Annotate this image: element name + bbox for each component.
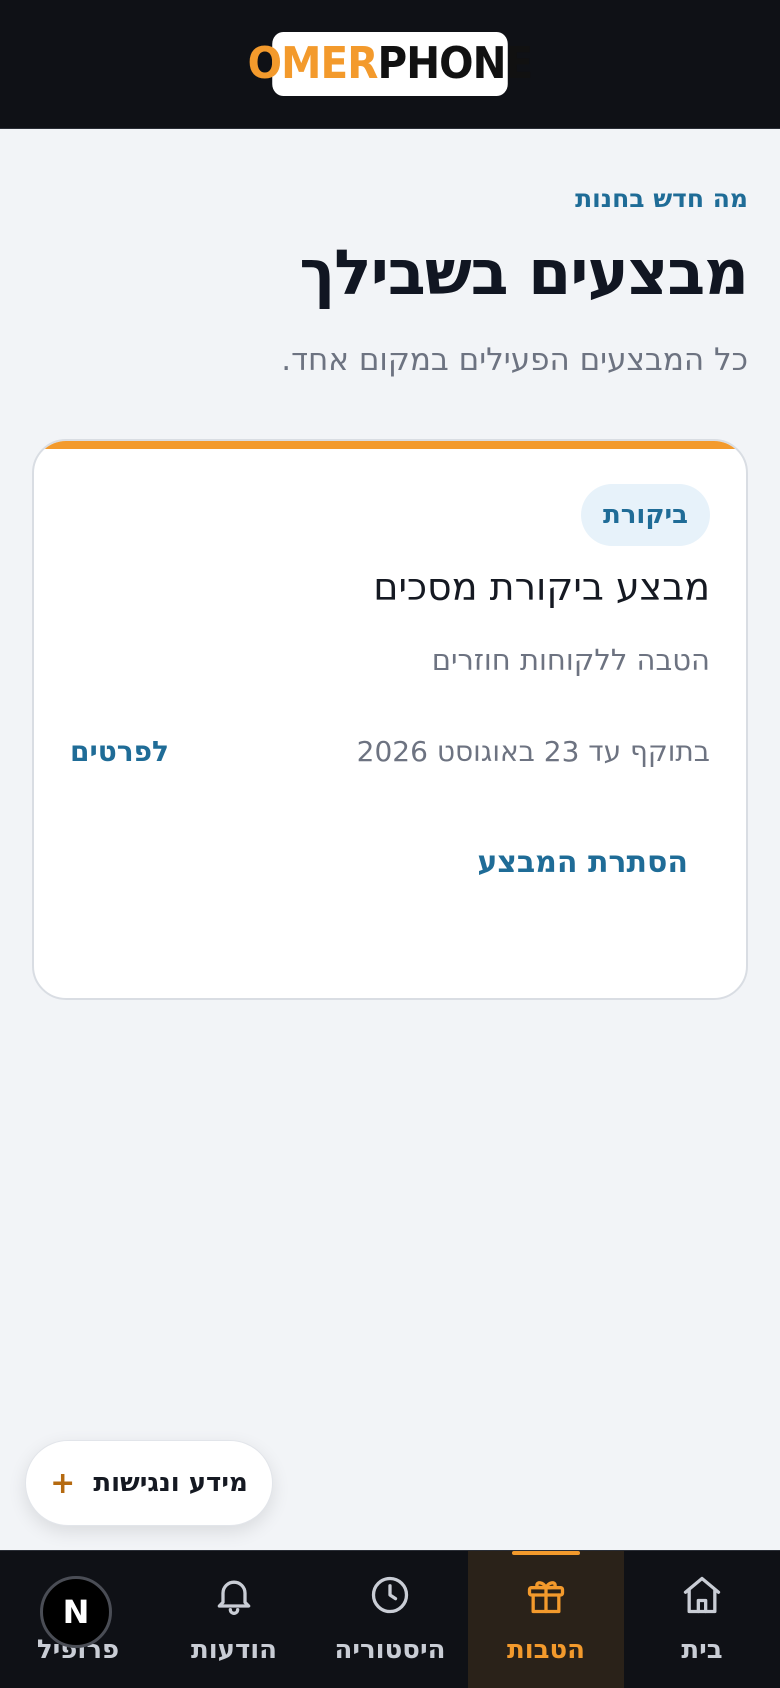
nav-item-notifications[interactable]: הודעות [156,1551,312,1688]
offer-title: מבצע ביקורת מסכים [373,565,710,609]
plus-icon: + [50,1465,76,1501]
bell-icon [217,1580,251,1615]
bottom-navigation: בית הטבות היסטוריה הודעות פרופיל [0,1550,780,1688]
page-title: מבצעים בשבילך [299,236,749,309]
app-header: OMER PHONE [0,0,780,129]
home-icon [683,1576,721,1614]
hide-offer-button[interactable]: הסתרת המבצע [477,845,688,880]
page-subtitle: כל המבצעים הפעילים במקום אחד. [281,342,748,378]
offer-card: ביקורת מבצע ביקורת מסכים הטבה ללקוחות חו… [32,439,748,1000]
dev-tools-badge[interactable]: N [40,1576,112,1648]
offer-validity: בתוקף עד 23 באוגוסט 2026 [356,735,710,768]
offer-details-link[interactable]: לפרטים [70,735,169,768]
info-accessibility-label: מידע ונגישות [93,1468,248,1498]
section-eyebrow: מה חדש בחנות [575,184,748,213]
logo-text-omer: OMER [247,38,379,89]
nav-label-home: בית [681,1635,723,1665]
nav-label-history: היסטוריה [334,1635,446,1665]
nav-label-notifications: הודעות [190,1635,278,1665]
clock-icon [371,1576,409,1614]
omerphone-logo[interactable]: OMER PHONE [248,32,533,96]
gift-icon [527,1581,565,1614]
offer-category-badge: ביקורת [581,484,710,546]
card-accent-bar [34,441,746,449]
offers-page: OMER PHONE מה חדש בחנות מבצעים בשבילך כל … [0,0,780,1688]
nav-item-home[interactable]: בית [624,1551,780,1688]
logo-text-phone: PHONE [377,38,533,89]
nav-item-benefits[interactable]: הטבות [468,1551,624,1688]
active-tab-indicator [512,1551,580,1555]
nav-label-benefits: הטבות [506,1635,586,1665]
nav-item-history[interactable]: היסטוריה [312,1551,468,1688]
offer-subtitle: הטבה ללקוחות חוזרים [431,643,710,677]
info-accessibility-button[interactable]: + מידע ונגישות [25,1440,273,1526]
